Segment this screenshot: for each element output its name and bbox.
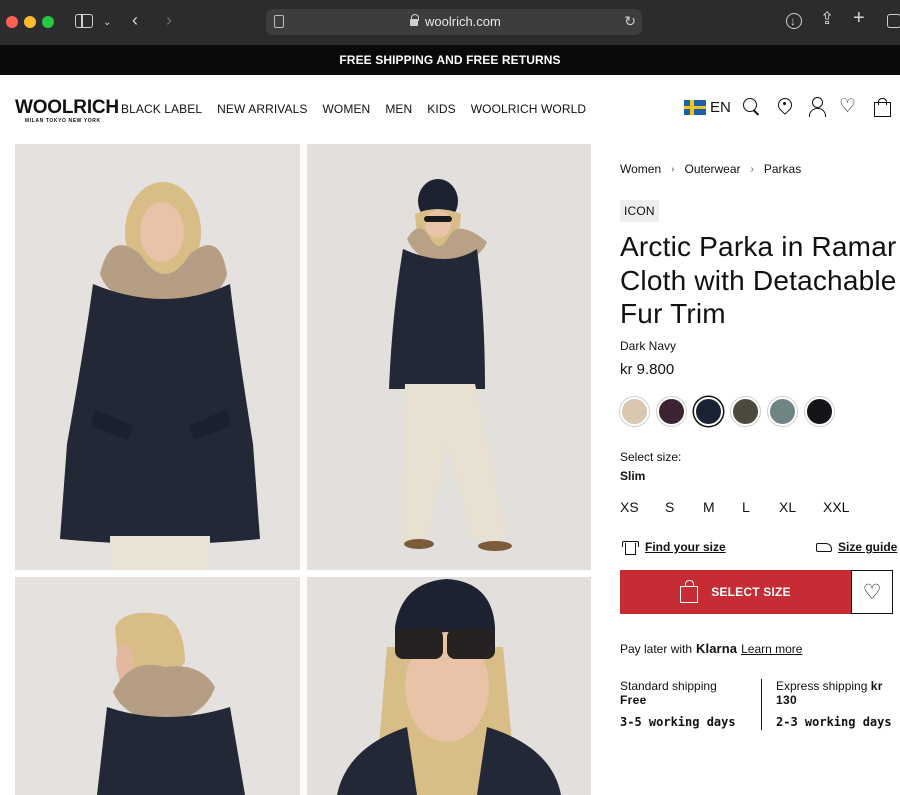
lock-icon [410, 14, 419, 26]
forward-icon[interactable]: › [166, 11, 172, 29]
zoom-window-button[interactable] [42, 16, 54, 28]
bag-icon [680, 579, 699, 603]
product-photo-front[interactable] [15, 144, 300, 570]
swatch-sage[interactable] [768, 397, 797, 426]
chevron-down-icon[interactable]: ⌄ [103, 15, 111, 31]
color-name: Dark Navy [620, 339, 677, 353]
search-icon[interactable] [742, 97, 762, 117]
chevron-right-icon: › [671, 163, 675, 175]
shoe-icon [816, 542, 832, 552]
heart-icon[interactable]: ♡ [839, 97, 859, 117]
standard-shipping-days: 3-5 working days [620, 715, 736, 729]
breadcrumb: Women › Outerwear › Parkas [620, 162, 801, 176]
product-price: kr 9.800 [620, 361, 675, 378]
find-your-size-label: Find your size [645, 540, 726, 554]
size-m-button[interactable]: M [703, 499, 715, 515]
size-label: Select size: [620, 450, 682, 464]
shipping-divider [761, 679, 762, 730]
swatch-black[interactable] [805, 397, 834, 426]
sidebar-toggle-icon[interactable] [75, 14, 93, 28]
standard-shipping-price: Free [620, 693, 647, 707]
breadcrumb-women[interactable]: Women [620, 162, 661, 176]
chevron-right-icon: › [750, 163, 754, 175]
klarna-prefix: Pay later with [620, 642, 693, 656]
promo-bar: FREE SHIPPING AND FREE RETURNS [0, 45, 900, 75]
swatch-beige[interactable] [620, 397, 649, 426]
language-selector[interactable]: EN [684, 99, 731, 116]
close-window-button[interactable] [6, 16, 18, 28]
logo-wordmark: WOOLRICH [15, 97, 119, 118]
add-to-bag-row: SELECT SIZE ♡ [620, 570, 900, 614]
swatch-dark-navy[interactable] [694, 397, 723, 426]
site-header: WOOLRICH MILAN TOKYO NEW YORK BLACK LABE… [0, 75, 900, 143]
sweden-flag-icon [684, 100, 706, 115]
share-icon[interactable]: ⇪ [820, 10, 834, 27]
product-photo-detail[interactable] [307, 577, 591, 795]
swatch-plum[interactable] [657, 397, 686, 426]
size-xl-button[interactable]: XL [779, 499, 796, 515]
size-s-button[interactable]: S [665, 499, 674, 515]
klarna-logo: Klarna [696, 641, 738, 656]
account-icon[interactable] [808, 97, 828, 117]
color-swatches [620, 397, 834, 426]
product-photo-full-body[interactable] [307, 144, 591, 570]
address-bar[interactable]: woolrich.com ↻ [266, 9, 642, 35]
standard-shipping: Standard shipping Free 3-5 working days [620, 679, 750, 729]
tshirt-icon [622, 540, 639, 555]
express-shipping-days: 2-3 working days [776, 715, 892, 729]
size-xxl-button[interactable]: XXL [823, 499, 849, 515]
size-guide-label: Size guide [838, 540, 898, 554]
find-your-size-link[interactable]: Find your size [622, 540, 726, 555]
express-shipping-title: Express shipping [776, 679, 868, 693]
fit-label: Slim [620, 469, 646, 483]
page-icon [274, 15, 284, 28]
nav-woolrich-world[interactable]: WOOLRICH WORLD [471, 102, 586, 116]
icon-badge: ICON [620, 200, 659, 222]
nav-kids[interactable]: KIDS [427, 102, 455, 116]
standard-shipping-title: Standard shipping [620, 679, 717, 693]
download-icon[interactable] [786, 13, 802, 29]
logo-subtitle: MILAN TOKYO NEW YORK [25, 118, 101, 124]
size-guide-link[interactable]: Size guide [816, 540, 897, 554]
express-shipping: Express shipping kr 130 2-3 working days [776, 679, 900, 729]
back-icon[interactable]: ‹ [132, 11, 138, 29]
swatch-olive[interactable] [731, 397, 760, 426]
bag-icon[interactable] [873, 97, 893, 117]
nav-new-arrivals[interactable]: NEW ARRIVALS [217, 102, 307, 116]
tab-overview-icon[interactable] [887, 14, 900, 28]
breadcrumb-parkas[interactable]: Parkas [764, 162, 801, 176]
select-size-label: SELECT SIZE [711, 585, 791, 599]
location-icon[interactable] [776, 97, 796, 117]
heart-icon: ♡ [862, 580, 882, 604]
nav-women[interactable]: WOMEN [323, 102, 371, 116]
url-text: woolrich.com [425, 14, 501, 29]
woolrich-logo[interactable]: WOOLRICH MILAN TOKYO NEW YORK [15, 98, 119, 124]
nav-men[interactable]: MEN [385, 102, 412, 116]
new-tab-icon[interactable]: + [853, 8, 865, 28]
breadcrumb-outerwear[interactable]: Outerwear [684, 162, 740, 176]
size-helpers: Find your size Size guide [620, 540, 897, 558]
language-label: EN [710, 99, 731, 116]
main-nav: BLACK LABEL NEW ARRIVALS WOMEN MEN KIDS … [121, 102, 586, 116]
minimize-window-button[interactable] [24, 16, 36, 28]
product-title: Arctic Parka in Ramar Cloth with Detacha… [620, 231, 897, 329]
klarna-info: Pay later with Klarna Learn more [620, 641, 802, 656]
klarna-learn-more-link[interactable]: Learn more [741, 642, 802, 656]
select-size-button[interactable]: SELECT SIZE [620, 570, 851, 614]
add-to-wishlist-button[interactable]: ♡ [851, 570, 893, 614]
product-photo-back[interactable] [15, 577, 300, 795]
browser-toolbar: ⌄ ‹ › woolrich.com ↻ ⇪ + [0, 0, 900, 45]
size-l-button[interactable]: L [742, 499, 750, 515]
reload-icon[interactable]: ↻ [624, 13, 636, 30]
size-xs-button[interactable]: XS [620, 499, 639, 515]
shipping-info: Standard shipping Free 3-5 working days … [620, 679, 900, 734]
nav-black-label[interactable]: BLACK LABEL [121, 102, 202, 116]
